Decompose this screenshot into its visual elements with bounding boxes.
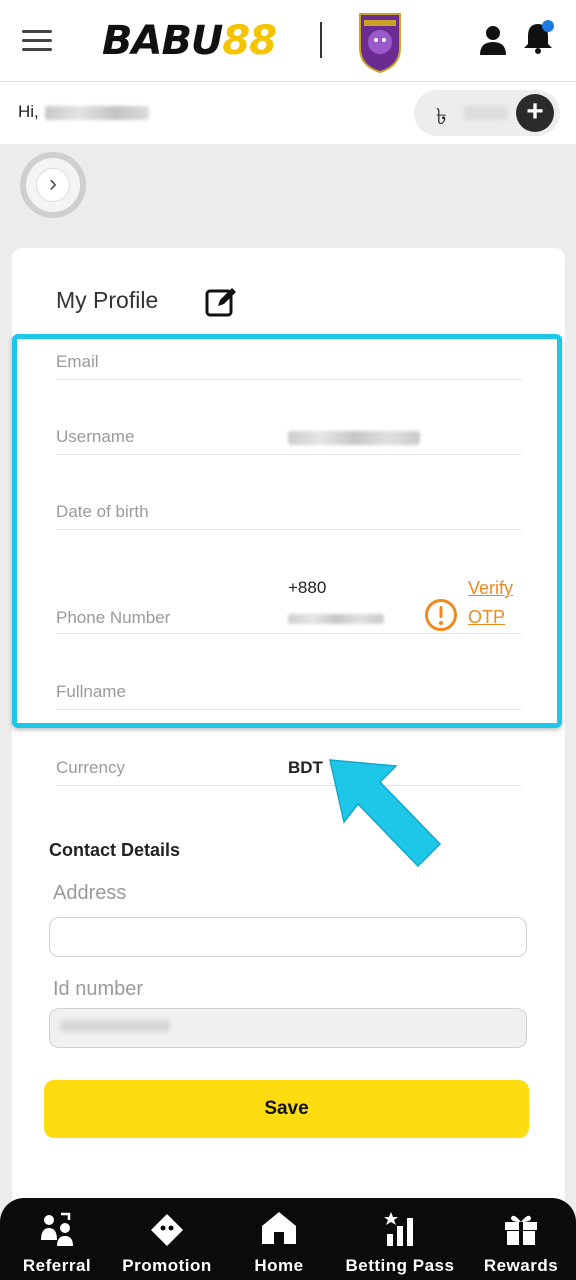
chart-star-icon (384, 1212, 413, 1246)
greeting-text: Hi, (18, 102, 149, 122)
currency-symbol: ৳ (436, 104, 447, 129)
greeting-bar: Hi, ৳ + (0, 82, 576, 144)
ticket-icon (151, 1214, 183, 1246)
pointer-arrow-icon (329, 759, 442, 868)
contact-details-title: Contact Details (49, 840, 181, 860)
page-title: My Profile (56, 287, 159, 313)
deposit-plus-button[interactable]: + (516, 94, 554, 132)
back-button[interactable]: › (20, 152, 86, 218)
brand-logo[interactable]: BABU88 (102, 18, 277, 64)
home-icon (262, 1212, 296, 1244)
gift-icon (505, 1215, 537, 1245)
user-icon[interactable] (478, 24, 508, 56)
currency-label: Currency (56, 758, 125, 777)
edit-icon[interactable] (204, 284, 238, 318)
balance-pill[interactable]: ৳ + (414, 90, 560, 136)
chevron-right-icon: › (36, 168, 70, 202)
address-label: Address (53, 882, 127, 904)
balance-blurred (464, 106, 508, 120)
highlight-box (12, 334, 562, 728)
notification-bell-icon[interactable] (522, 20, 554, 54)
notification-dot (542, 20, 554, 32)
currency-value: BDT (288, 758, 323, 777)
username-blurred (44, 105, 149, 120)
menu-icon[interactable] (22, 30, 52, 52)
referral-icon (41, 1212, 73, 1246)
nav-betting-pass[interactable]: Betting Pass (336, 1198, 464, 1280)
top-header: BABU88 (0, 0, 576, 82)
nav-promotion[interactable]: Promotion (112, 1198, 222, 1280)
id-number-blurred (60, 1020, 170, 1032)
team-badge-icon (359, 13, 401, 74)
id-number-label: Id number (53, 978, 144, 1000)
nav-rewards[interactable]: Rewards (466, 1198, 576, 1280)
nav-referral[interactable]: Referral (2, 1198, 112, 1280)
nav-home[interactable]: Home (224, 1198, 334, 1280)
bottom-nav: Referral Promotion Home Betting Pass Rew… (0, 1198, 576, 1280)
address-input[interactable] (49, 917, 527, 957)
save-button[interactable]: Save (44, 1080, 529, 1138)
logo-divider (320, 22, 322, 58)
